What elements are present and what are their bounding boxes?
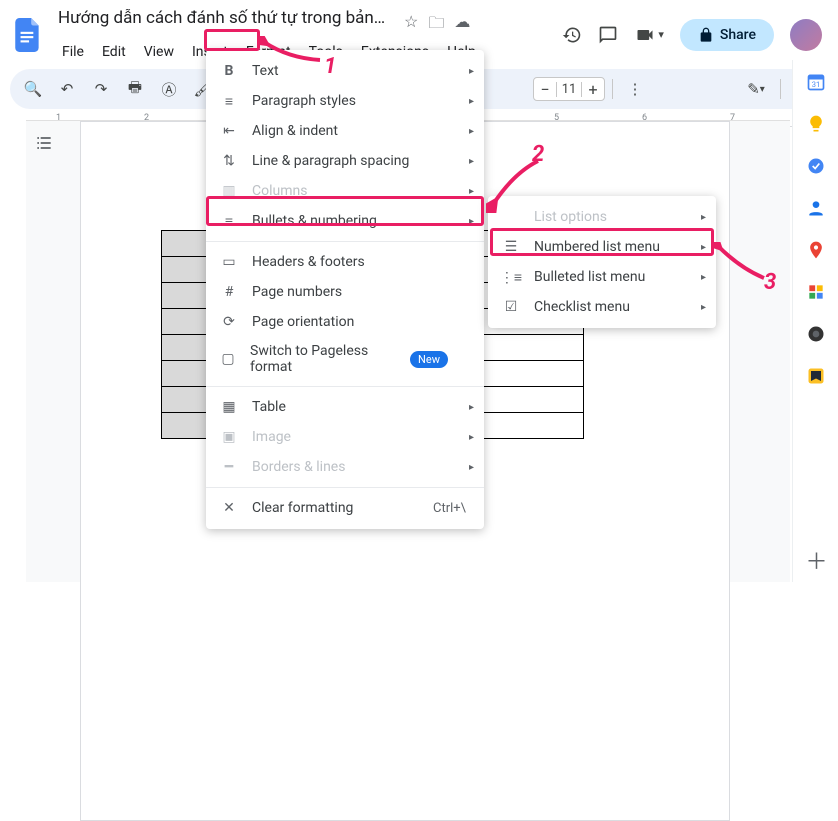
annotation-number-1: 1 bbox=[324, 54, 336, 79]
annotation-number-2: 2 bbox=[532, 142, 544, 167]
menu-item-headers-footers[interactable]: ▭Headers & footers bbox=[206, 247, 484, 277]
font-size-decrease[interactable]: − bbox=[534, 80, 556, 99]
submenu-item-bulleted-list[interactable]: ⋮≡Bulleted list menu▸ bbox=[488, 262, 716, 292]
move-icon[interactable]: 🗀 bbox=[428, 12, 444, 39]
star-icon[interactable]: ☆ bbox=[404, 12, 418, 39]
contacts-icon[interactable] bbox=[806, 198, 826, 218]
document-title[interactable]: Hướng dẫn cách đánh số thứ tự trong bảng… bbox=[54, 6, 394, 30]
shortcut-label: Ctrl+\ bbox=[433, 501, 466, 516]
headers-icon: ▭ bbox=[220, 254, 238, 270]
menu-item-line-spacing[interactable]: ⇅Line & paragraph spacing▸ bbox=[206, 146, 484, 176]
pageless-icon: ▢ bbox=[220, 351, 236, 367]
chevron-right-icon: ▸ bbox=[469, 402, 474, 413]
chevron-right-icon: ▸ bbox=[469, 432, 474, 443]
share-button[interactable]: Share bbox=[680, 19, 774, 51]
annotation-arrow-1 bbox=[258, 36, 328, 68]
bullets-numbering-submenu: List options▸ ☰Numbered list menu▸ ⋮≡Bul… bbox=[488, 196, 716, 328]
comments-icon[interactable] bbox=[598, 25, 618, 45]
align-icon: ⇤ bbox=[220, 123, 238, 139]
maps-icon[interactable] bbox=[806, 240, 826, 260]
numbered-list-icon: ≡ bbox=[220, 213, 238, 230]
image-icon: ▣ bbox=[220, 429, 238, 445]
calendar-icon[interactable]: 31 bbox=[806, 72, 826, 92]
submenu-item-checklist[interactable]: ☑Checklist menu▸ bbox=[488, 292, 716, 322]
history-icon[interactable] bbox=[562, 25, 582, 45]
cloud-status-icon[interactable]: ☁ bbox=[454, 12, 470, 39]
checklist-icon: ☑ bbox=[502, 299, 520, 315]
submenu-item-numbered-list[interactable]: ☰Numbered list menu▸ bbox=[488, 232, 716, 262]
chevron-right-icon: ▸ bbox=[469, 96, 474, 107]
clear-format-icon: ✕ bbox=[220, 500, 238, 516]
print-icon[interactable]: 🖶 bbox=[120, 74, 150, 104]
menu-item-columns: ▥Columns▸ bbox=[206, 176, 484, 206]
annotation-number-3: 3 bbox=[764, 270, 776, 295]
outline-toggle-icon[interactable] bbox=[34, 133, 54, 153]
menu-item-clear-formatting[interactable]: ✕Clear formattingCtrl+\ bbox=[206, 493, 484, 523]
menu-item-borders-lines: ━Borders & lines▸ bbox=[206, 452, 484, 482]
chevron-right-icon: ▸ bbox=[701, 302, 706, 313]
font-size-value[interactable]: 11 bbox=[556, 82, 582, 97]
menu-item-align-indent[interactable]: ⇤Align & indent▸ bbox=[206, 116, 484, 146]
chevron-right-icon: ▸ bbox=[701, 272, 706, 283]
tasks-icon[interactable] bbox=[806, 156, 826, 176]
annotation-arrow-3 bbox=[712, 242, 772, 286]
lock-icon bbox=[698, 27, 714, 43]
menu-item-bullets-numbering[interactable]: ≡Bullets & numbering▸ bbox=[206, 206, 484, 236]
side-panel: 31 ＋ bbox=[792, 60, 838, 582]
columns-icon: ▥ bbox=[220, 183, 238, 199]
addon-icon-3[interactable] bbox=[806, 366, 826, 386]
chevron-right-icon: ▸ bbox=[469, 156, 474, 167]
chevron-right-icon: ▸ bbox=[469, 216, 474, 227]
svg-text:31: 31 bbox=[811, 80, 819, 89]
search-icon[interactable]: 🔍 bbox=[18, 74, 48, 104]
docs-logo-icon[interactable] bbox=[12, 15, 44, 55]
format-menu-dropdown: BText▸ ≡Paragraph styles▸ ⇤Align & inden… bbox=[206, 50, 484, 529]
account-avatar[interactable] bbox=[790, 19, 822, 51]
editing-mode-icon[interactable]: ✎ ▾ bbox=[741, 74, 771, 104]
menu-item-paragraph-styles[interactable]: ≡Paragraph styles▸ bbox=[206, 86, 484, 116]
chevron-right-icon: ▸ bbox=[469, 66, 474, 77]
get-addons-icon[interactable]: ＋ bbox=[806, 544, 826, 564]
menu-item-page-numbers[interactable]: #Page numbers bbox=[206, 277, 484, 307]
borders-icon: ━ bbox=[220, 459, 238, 475]
share-label: Share bbox=[720, 27, 756, 43]
chevron-right-icon: ▸ bbox=[469, 462, 474, 473]
menu-item-switch-pageless[interactable]: ▢Switch to Pageless formatNew bbox=[206, 337, 484, 381]
new-badge: New bbox=[410, 351, 448, 368]
menu-item-image: ▣Image▸ bbox=[206, 422, 484, 452]
keep-icon[interactable] bbox=[806, 114, 826, 134]
meet-icon[interactable]: ▾ bbox=[634, 25, 664, 45]
menu-view[interactable]: View bbox=[136, 41, 182, 63]
addon-icon-2[interactable] bbox=[806, 324, 826, 344]
redo-icon[interactable]: ↷ bbox=[86, 74, 116, 104]
more-toolbar-icon[interactable]: ⋮ bbox=[620, 74, 650, 104]
line-spacing-icon: ⇅ bbox=[220, 153, 238, 169]
menu-file[interactable]: File bbox=[54, 41, 92, 63]
chevron-right-icon: ▸ bbox=[469, 186, 474, 197]
spellcheck-icon[interactable]: Ⓐ bbox=[154, 74, 184, 104]
chevron-right-icon: ▸ bbox=[469, 126, 474, 137]
addon-icon-1[interactable] bbox=[806, 282, 826, 302]
menu-item-text[interactable]: BText▸ bbox=[206, 56, 484, 86]
font-size-increase[interactable]: + bbox=[582, 80, 604, 99]
table-icon: ▦ bbox=[220, 399, 238, 415]
bulleted-list-icon: ⋮≡ bbox=[502, 269, 520, 286]
menu-edit[interactable]: Edit bbox=[94, 41, 134, 63]
undo-icon[interactable]: ↶ bbox=[52, 74, 82, 104]
chevron-right-icon: ▸ bbox=[701, 212, 706, 223]
paragraph-icon: ≡ bbox=[220, 93, 238, 110]
menu-item-table[interactable]: ▦Table▸ bbox=[206, 392, 484, 422]
font-size-control: − 11 + bbox=[533, 77, 605, 101]
menu-item-page-orientation[interactable]: ⟳Page orientation bbox=[206, 307, 484, 337]
bold-icon: B bbox=[220, 63, 238, 79]
orientation-icon: ⟳ bbox=[220, 314, 238, 330]
numbered-list-icon: ☰ bbox=[502, 239, 520, 255]
chevron-right-icon: ▸ bbox=[701, 242, 706, 253]
hash-icon: # bbox=[220, 284, 238, 300]
